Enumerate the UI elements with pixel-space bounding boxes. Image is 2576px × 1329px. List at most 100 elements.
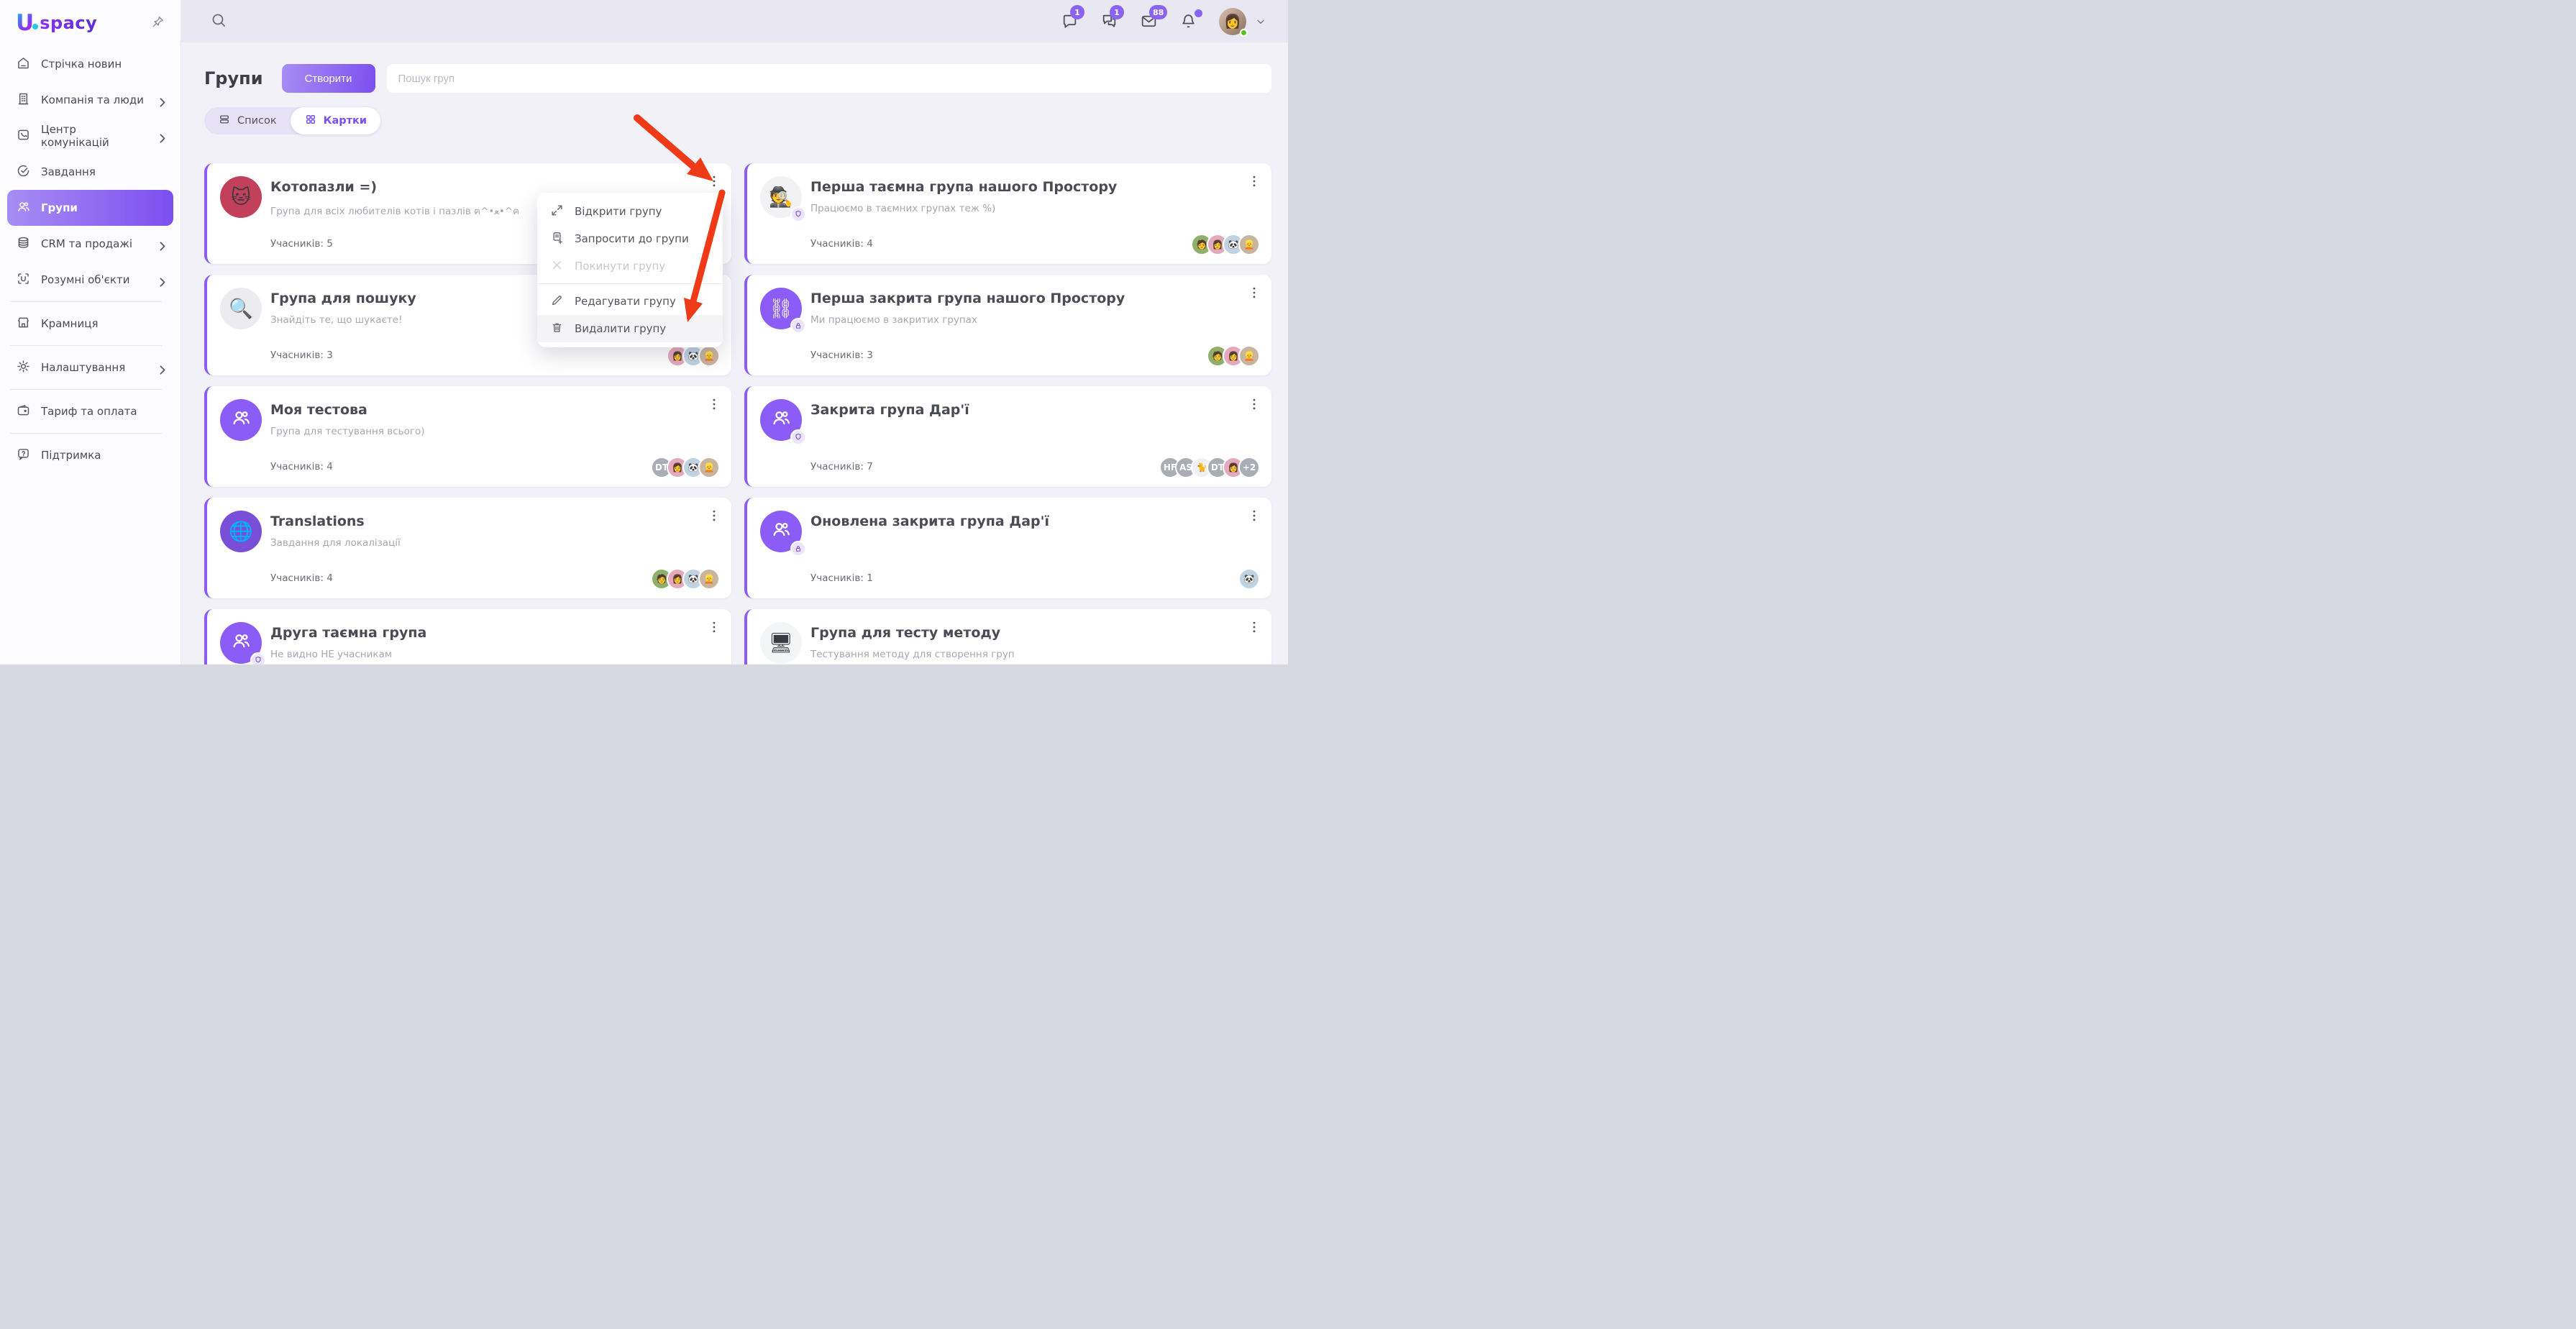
tab-label: Картки	[323, 115, 367, 127]
chevron-right-icon	[155, 95, 165, 107]
logo-dot	[32, 24, 39, 29]
sidebar-item-company-people[interactable]: Компанія та люди	[7, 82, 173, 118]
card-menu-button[interactable]	[1244, 283, 1264, 303]
group-title: Моя тестова	[270, 402, 367, 418]
mail-button[interactable]: 88	[1140, 5, 1168, 30]
menu-item-invite-to-group[interactable]: Запросити до групи	[537, 225, 723, 252]
kebab-menu-icon	[1247, 398, 1261, 414]
sidebar-item-marketplace[interactable]: Крамниця	[7, 306, 173, 342]
menu-item-leave-group[interactable]: Покинути групу	[537, 252, 723, 280]
chevron-right-icon	[155, 239, 165, 251]
group-avatar: 🖥	[760, 622, 802, 664]
online-status-dot	[1240, 28, 1248, 37]
user-menu[interactable]: 👩	[1219, 7, 1266, 37]
member-avatar-stack: DT 👩 🐼 👱	[651, 457, 720, 478]
members-count: Учасників: 3	[810, 350, 873, 361]
group-default-icon	[770, 407, 792, 434]
group-title: Оновлена закрита група Дар'ї	[810, 513, 1049, 529]
kebab-menu-icon	[1247, 510, 1261, 525]
members-count: Учасників: 1	[810, 572, 873, 584]
sidebar-item-label: Стрічка новин	[41, 58, 122, 70]
card-menu-button[interactable]	[704, 172, 724, 192]
group-card-secret-2[interactable]: Друга таємна група Не видно НЕ учасникам	[204, 609, 731, 664]
database-icon	[16, 235, 31, 253]
sidebar: U spacy Стрічка новин Компанія та люди Ц…	[0, 0, 181, 664]
topbar: 1 1 88 👩	[181, 0, 1288, 42]
card-menu-button[interactable]	[704, 506, 724, 526]
menu-item-edit-group[interactable]: Редагувати групу	[537, 288, 723, 315]
create-group-button[interactable]: Створити	[281, 64, 375, 93]
menu-item-open-group[interactable]: Відкрити групу	[537, 198, 723, 225]
notifications-button[interactable]	[1179, 9, 1202, 30]
sidebar-item-smart-objects[interactable]: Розумні об'єкти	[7, 262, 173, 298]
group-search-input[interactable]	[386, 64, 1271, 93]
sidebar-item-support[interactable]: Підтримка	[7, 437, 173, 473]
group-card-daria-updated[interactable]: Оновлена закрита група Дар'ї Учасників: …	[744, 498, 1271, 598]
closed-group-lock-badge	[790, 541, 806, 557]
members-count: Учасників: 7	[810, 461, 873, 472]
notification-dot	[1195, 9, 1202, 17]
sidebar-item-label: Завдання	[41, 165, 96, 178]
global-search-button[interactable]	[210, 12, 227, 31]
group-title: Група для тесту методу	[810, 625, 1001, 641]
card-menu-button[interactable]	[704, 618, 724, 638]
invite-icon	[550, 231, 564, 247]
group-title: Закрита група Дар'ї	[810, 402, 969, 418]
sidebar-divider	[10, 389, 162, 390]
kebab-menu-icon	[707, 398, 721, 414]
list-view-icon	[218, 113, 231, 129]
sidebar-item-newsfeed[interactable]: Стрічка новин	[7, 46, 173, 82]
group-card-test[interactable]: Моя тестова Група для тестування всього)…	[204, 386, 731, 487]
group-cards-grid: 🐱 Котопазли =) Група для всіх любителів …	[204, 163, 1271, 664]
sidebar-pin-button[interactable]	[150, 14, 166, 32]
group-description: Працюємо в таємних групах теж %)	[810, 203, 996, 214]
group-title: Друга таємна група	[270, 625, 427, 641]
uspacy-logo[interactable]: U spacy	[16, 12, 97, 35]
card-menu-button[interactable]	[1244, 395, 1264, 415]
group-card-daria-closed[interactable]: Закрита група Дар'ї Учасників: 7 HF AS 🐈 DT…	[744, 386, 1271, 487]
group-description: Не видно НЕ учасникам	[270, 649, 393, 660]
card-menu-button[interactable]	[704, 395, 724, 415]
tab-cards-view[interactable]: Картки	[290, 107, 381, 134]
group-avatar: 🕵️	[760, 176, 806, 222]
sidebar-item-groups[interactable]: Групи	[7, 190, 173, 226]
card-menu-button[interactable]	[1244, 172, 1264, 192]
logo-wordmark: spacy	[40, 13, 98, 33]
sidebar-item-settings[interactable]: Налаштування	[7, 350, 173, 385]
kebab-menu-icon	[1247, 175, 1261, 191]
tab-list-view[interactable]: Список	[204, 107, 291, 134]
group-card-secret-1[interactable]: 🕵️ Перша таємна група нашого Простору Пр…	[744, 163, 1271, 264]
members-count: Учасників: 4	[270, 572, 333, 584]
sidebar-item-communications[interactable]: Центр комунікацій	[7, 118, 173, 154]
menu-item-delete-group[interactable]: Видалити групу	[537, 315, 723, 342]
chat-button[interactable]: 1	[1061, 5, 1084, 30]
wallet-icon	[16, 403, 31, 421]
card-menu-button[interactable]	[1244, 506, 1264, 526]
members-count: Учасників: 5	[270, 238, 333, 250]
group-chat-button[interactable]: 1	[1100, 5, 1124, 30]
user-avatar-image: 👩	[1224, 14, 1241, 29]
group-default-icon	[770, 519, 792, 545]
secret-group-shield-badge	[790, 429, 806, 445]
member-avatar: 👱	[1238, 234, 1260, 255]
close-icon	[550, 258, 564, 275]
sidebar-item-billing[interactable]: Тариф та оплата	[7, 393, 173, 429]
help-bubble-icon	[16, 447, 31, 465]
group-card-closed-1[interactable]: ⛓ Перша закрита група нашого Простору Ми…	[744, 275, 1271, 375]
group-avatar	[760, 511, 806, 557]
member-avatar-stack: 🐼	[1238, 568, 1260, 590]
group-card-method-test[interactable]: 🖥 Група для тесту методу Тестування мето…	[744, 609, 1271, 664]
member-avatar: 🐼	[1238, 568, 1260, 590]
menu-item-label: Запросити до групи	[575, 232, 689, 245]
sidebar-item-crm[interactable]: CRM та продажі	[7, 226, 173, 262]
group-title: Перша закрита група нашого Простору	[810, 291, 1125, 306]
menu-item-label: Відкрити групу	[575, 205, 662, 218]
group-avatar-image: 🌐	[229, 521, 253, 543]
group-avatar: 🐱	[220, 176, 262, 218]
pencil-icon	[550, 293, 564, 310]
sidebar-item-tasks[interactable]: Завдання	[7, 154, 173, 190]
card-menu-button[interactable]	[1244, 618, 1264, 638]
group-avatar: ⛓	[760, 288, 806, 334]
group-card-translations[interactable]: 🌐 Translations Завдання для локалізації …	[204, 498, 731, 598]
sidebar-item-label: Підтримка	[41, 449, 101, 462]
